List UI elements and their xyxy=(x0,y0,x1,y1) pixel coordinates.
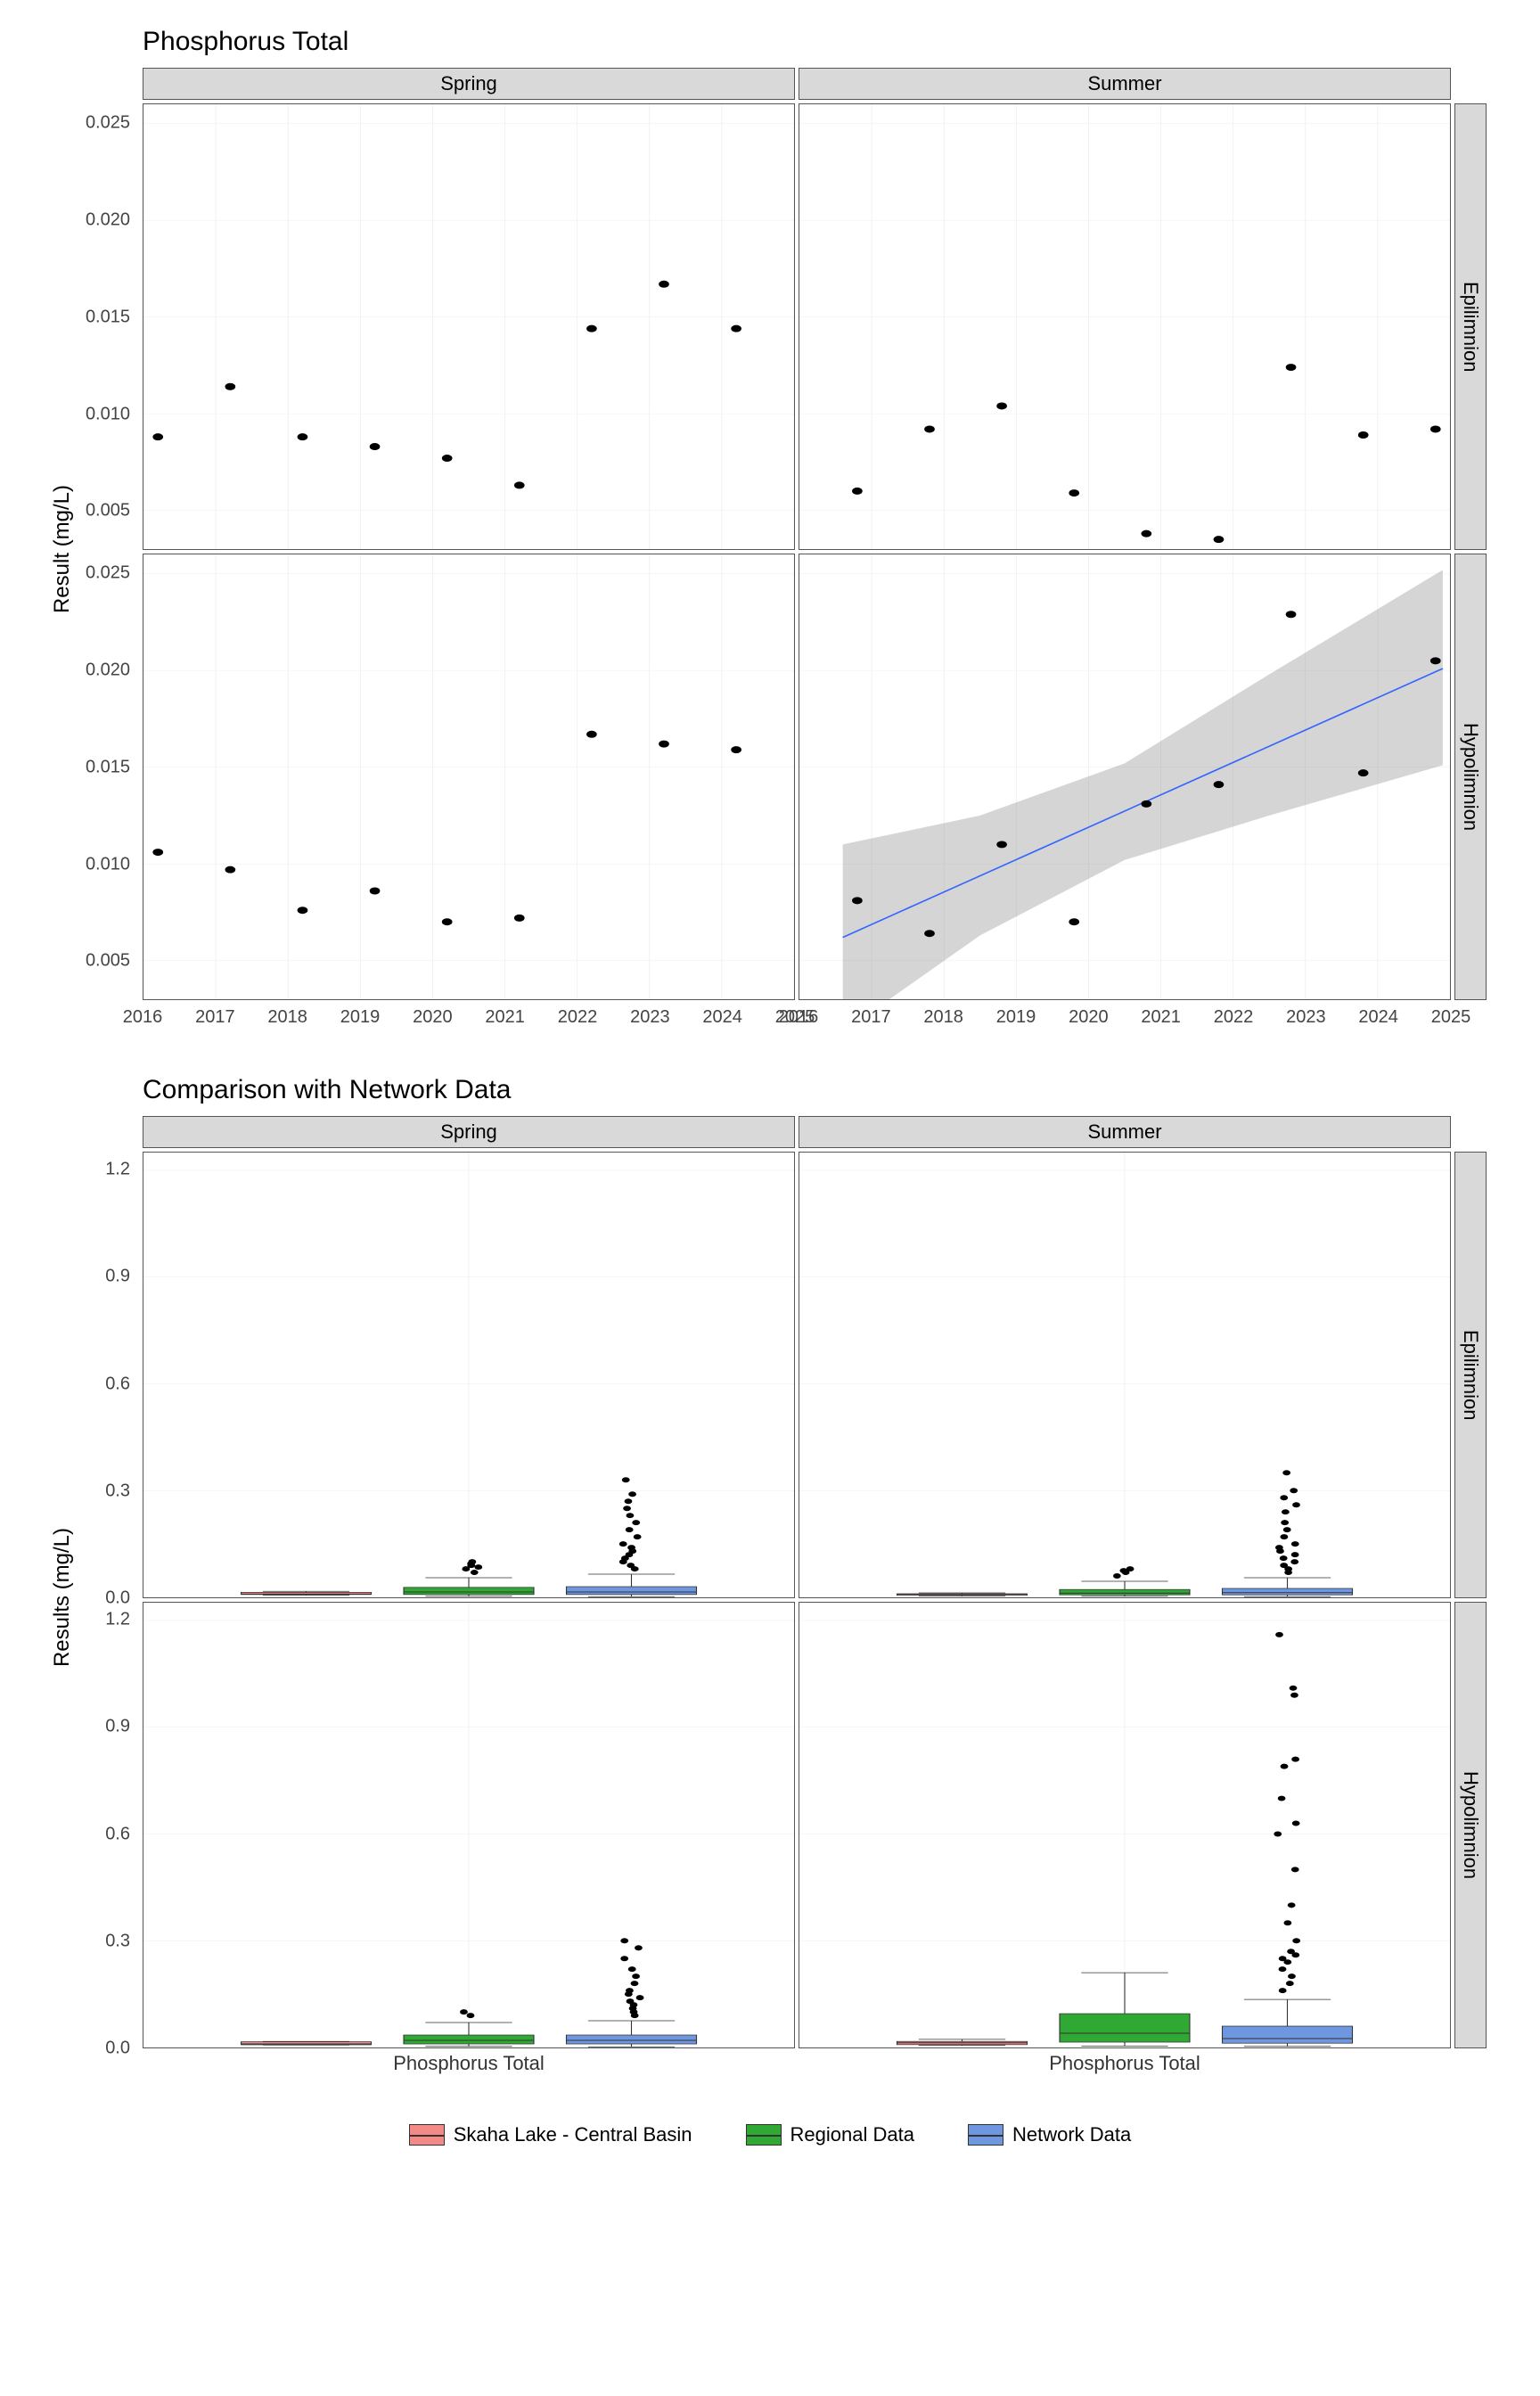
facet2-row-epi: Epilimnion xyxy=(1454,1152,1487,1598)
box-spring-epi xyxy=(143,1152,795,1598)
facet2-col-spring: Spring xyxy=(143,1116,795,1148)
x-tick: 2016 xyxy=(123,1007,163,1028)
legend-swatch-regional xyxy=(746,2124,782,2146)
legend-swatch-skaha xyxy=(409,2124,445,2146)
x-tick: 2017 xyxy=(195,1007,235,1028)
x-tick: 2024 xyxy=(1358,1007,1398,1028)
y-tick: 0.015 xyxy=(86,307,130,327)
y-tick: 0.9 xyxy=(105,1267,130,1287)
panel-spring-hypo xyxy=(143,554,795,1000)
chart1-xaxis-left: 2016201720182019202020212022202320242025 xyxy=(143,1004,795,1030)
y-tick: 1.2 xyxy=(105,1160,130,1180)
facet2-col-summer: Summer xyxy=(799,1116,1451,1148)
legend-swatch-network xyxy=(968,2124,1003,2146)
chart2-title: Comparison with Network Data xyxy=(143,1075,1487,1105)
panel-summer-epi xyxy=(799,103,1451,550)
legend-item-regional: Regional Data xyxy=(746,2123,914,2146)
legend: Skaha Lake - Central Basin Regional Data… xyxy=(53,2123,1487,2146)
legend-label-skaha: Skaha Lake - Central Basin xyxy=(454,2123,692,2146)
x-tick: 2022 xyxy=(1214,1007,1254,1028)
x-tick: 2023 xyxy=(630,1007,670,1028)
y-tick: 0.9 xyxy=(105,1717,130,1737)
page: Phosphorus Total Result (mg/L) Spring Su… xyxy=(0,0,1540,2182)
x-tick: 2017 xyxy=(851,1007,891,1028)
y-tick: 0.005 xyxy=(86,951,130,972)
x-tick: 2019 xyxy=(996,1007,1036,1028)
y-tick: 0.0 xyxy=(105,1588,130,1609)
x-tick: 2020 xyxy=(1069,1007,1109,1028)
facet-col-spring: Spring xyxy=(143,68,795,100)
y-tick: 0.025 xyxy=(86,562,130,583)
facet-row-hypo: Hypolimnion xyxy=(1454,554,1487,1000)
y-tick: 0.005 xyxy=(86,501,130,521)
y-tick: 0.015 xyxy=(86,757,130,777)
chart1-title: Phosphorus Total xyxy=(143,27,1487,57)
y-tick: 1.2 xyxy=(105,1610,130,1630)
chart1-xaxis-right: 2016201720182019202020212022202320242025 xyxy=(799,1004,1451,1030)
panel-spring-epi xyxy=(143,103,795,550)
legend-item-skaha: Skaha Lake - Central Basin xyxy=(409,2123,692,2146)
x-tick: 2022 xyxy=(558,1007,598,1028)
x-tick: 2018 xyxy=(267,1007,307,1028)
y-tick: 0.6 xyxy=(105,1824,130,1844)
y-tick: 0.025 xyxy=(86,112,130,133)
box-spring-hypo xyxy=(143,1602,795,2048)
y-tick: 0.0 xyxy=(105,2039,130,2059)
x-tick: 2020 xyxy=(413,1007,453,1028)
chart-network-comparison: Comparison with Network Data Results (mg… xyxy=(53,1075,1487,2079)
y-tick: 0.3 xyxy=(105,1931,130,1951)
y-tick: 0.020 xyxy=(86,660,130,680)
legend-label-network: Network Data xyxy=(1012,2123,1131,2146)
x-tick: 2016 xyxy=(779,1007,819,1028)
x-tick: 2025 xyxy=(1431,1007,1471,1028)
x-tick: 2023 xyxy=(1286,1007,1326,1028)
chart1-ylabel: Result (mg/L) xyxy=(50,485,75,613)
x-tick: 2024 xyxy=(702,1007,742,1028)
facet2-row-hypo: Hypolimnion xyxy=(1454,1602,1487,2048)
legend-label-regional: Regional Data xyxy=(790,2123,914,2146)
facet-col-summer: Summer xyxy=(799,68,1451,100)
chart2-xaxis-right: Phosphorus Total xyxy=(799,2052,1451,2079)
y-tick: 0.020 xyxy=(86,209,130,230)
legend-item-network: Network Data xyxy=(968,2123,1131,2146)
chart-phosphorus-scatter: Phosphorus Total Result (mg/L) Spring Su… xyxy=(53,27,1487,1030)
box-summer-hypo xyxy=(799,1602,1451,2048)
y-tick: 0.3 xyxy=(105,1481,130,1501)
xcat-right: Phosphorus Total xyxy=(1049,2052,1200,2075)
x-tick: 2021 xyxy=(1141,1007,1181,1028)
facet-row-epi: Epilimnion xyxy=(1454,103,1487,550)
y-tick: 0.6 xyxy=(105,1374,130,1394)
x-tick: 2018 xyxy=(923,1007,963,1028)
y-tick: 0.010 xyxy=(86,854,130,874)
xcat-left: Phosphorus Total xyxy=(393,2052,545,2075)
y-tick: 0.010 xyxy=(86,404,130,424)
chart2-ylabel: Results (mg/L) xyxy=(50,1528,75,1667)
chart2-xaxis-left: Phosphorus Total xyxy=(143,2052,795,2079)
x-tick: 2021 xyxy=(485,1007,525,1028)
panel-summer-hypo xyxy=(799,554,1451,1000)
box-summer-epi xyxy=(799,1152,1451,1598)
x-tick: 2019 xyxy=(340,1007,381,1028)
